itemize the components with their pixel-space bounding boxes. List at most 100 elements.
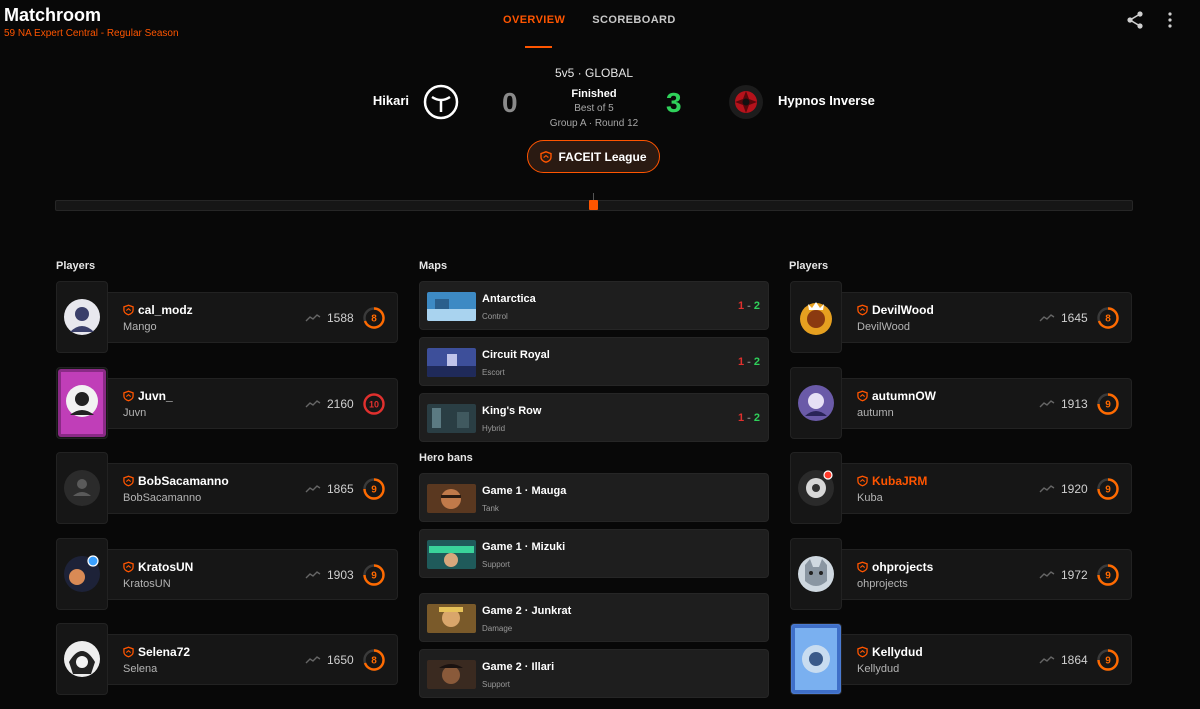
default-avatar-icon — [64, 470, 100, 506]
trend-icon — [305, 571, 321, 579]
player-row[interactable]: KratosUN KratosUN 1903 9 — [56, 538, 398, 610]
player-card[interactable]: KubaJRM Kuba 1920 9 — [842, 463, 1132, 514]
player-row[interactable]: DevilWood DevilWood 1645 8 — [790, 281, 1132, 353]
player-realname: DevilWood — [857, 321, 910, 333]
map-type: Control — [482, 312, 508, 321]
player-card[interactable]: DevilWood DevilWood 1645 8 — [842, 292, 1132, 343]
player-card[interactable]: Selena72 Selena 1650 8 — [108, 634, 398, 685]
avatar-image — [800, 302, 832, 335]
player-avatar[interactable] — [790, 452, 842, 524]
hero-role: Tank — [482, 504, 499, 513]
hikari-logo[interactable] — [423, 84, 459, 120]
player-avatar[interactable] — [56, 281, 108, 353]
timeline-tick — [593, 193, 594, 200]
league-button[interactable]: FACEIT League — [527, 140, 660, 173]
player-realname: Juvn — [123, 407, 147, 419]
player-nickname[interactable]: Juvn_ — [138, 389, 173, 403]
player-realname: Kellydud — [857, 663, 900, 675]
active-tab-indicator — [525, 46, 552, 48]
player-card[interactable]: Juvn_ Juvn 2160 10 — [108, 378, 398, 429]
player-row[interactable]: Selena72 Selena 1650 8 — [56, 623, 398, 695]
team2-score: 3 — [666, 87, 682, 118]
player-row[interactable]: cal_modz Mango 1588 8 — [56, 281, 398, 353]
player-avatar[interactable] — [790, 281, 842, 353]
player-nickname[interactable]: ohprojects — [872, 560, 933, 574]
player-card[interactable]: cal_modz Mango 1588 8 — [108, 292, 398, 343]
team2-name[interactable]: Hypnos Inverse — [778, 93, 875, 108]
timeline-marker[interactable] — [589, 200, 598, 210]
player-realname: Kuba — [857, 492, 883, 504]
player-avatar[interactable] — [56, 623, 108, 695]
hypnos-logo[interactable] — [728, 84, 764, 120]
player-card[interactable]: Kellydud Kellydud 1864 9 — [842, 634, 1132, 685]
player-row[interactable]: BobSacamanno BobSacamanno 1865 9 — [56, 452, 398, 524]
player-nickname[interactable]: DevilWood — [872, 303, 934, 317]
trend-icon — [305, 314, 321, 322]
avatar-image — [798, 470, 834, 506]
player-card[interactable]: autumnOW autumn 1913 9 — [842, 378, 1132, 429]
avatar-image — [58, 369, 106, 437]
map-type: Hybrid — [482, 424, 506, 433]
player-card[interactable]: BobSacamanno BobSacamanno 1865 9 — [108, 463, 398, 514]
team1-score: 0 — [502, 87, 518, 118]
maps-heading: Maps — [419, 260, 448, 272]
player-nickname[interactable]: KubaJRM — [872, 474, 927, 488]
player-row[interactable]: Juvn_ Juvn 2160 10 — [56, 367, 398, 439]
player-nickname[interactable]: Selena72 — [138, 645, 190, 659]
hero-ban-item: Game 2 · Junkrat Damage — [419, 593, 769, 642]
map-type: Escort — [482, 368, 505, 377]
more-vertical-icon[interactable] — [1160, 10, 1180, 30]
level-number: 9 — [1105, 400, 1111, 411]
player-nickname[interactable]: Kellydud — [872, 645, 923, 659]
player-row[interactable]: KubaJRM Kuba 1920 9 — [790, 452, 1132, 524]
player-avatar[interactable] — [790, 538, 842, 610]
player-nickname[interactable]: BobSacamanno — [138, 474, 229, 488]
player-card[interactable]: ohprojects ohprojects 1972 9 — [842, 549, 1132, 600]
shield-icon — [857, 304, 868, 316]
competition-link[interactable]: 59 NA Expert Central - Regular Season — [4, 28, 179, 39]
player-row[interactable]: ohprojects ohprojects 1972 9 — [790, 538, 1132, 610]
player-row[interactable]: Kellydud Kellydud 1864 9 — [790, 623, 1132, 695]
player-avatar[interactable] — [56, 538, 108, 610]
tab-overview[interactable]: OVERVIEW — [503, 14, 565, 30]
player-avatar[interactable] — [56, 452, 108, 524]
hero-ban-label: Game 1 · Mauga — [482, 485, 567, 497]
level-number: 8 — [1105, 314, 1111, 325]
hero-ban-label: Game 2 · Junkrat — [482, 605, 572, 617]
shield-icon — [857, 475, 868, 487]
hero-role: Support — [482, 560, 511, 569]
hero-ban-item: Game 1 · Mizuki Support — [419, 529, 769, 578]
player-elo: 1920 — [1061, 482, 1088, 496]
player-elo: 1913 — [1061, 397, 1088, 411]
shield-icon — [857, 561, 868, 573]
shield-icon — [123, 390, 134, 402]
tab-scoreboard[interactable]: SCOREBOARD — [592, 14, 675, 30]
map-item[interactable]: Circuit Royal Escort 1 - 2 — [419, 337, 769, 386]
player-avatar[interactable] — [56, 367, 108, 439]
trend-icon — [1039, 656, 1055, 664]
level-number: 9 — [371, 485, 377, 496]
map-item[interactable]: Antarctica Control 1 - 2 — [419, 281, 769, 330]
player-nickname[interactable]: cal_modz — [138, 303, 193, 317]
map-item[interactable]: King's Row Hybrid 1 - 2 — [419, 393, 769, 442]
hero-role: Support — [482, 680, 511, 689]
trend-icon — [305, 485, 321, 493]
map-thumbnail — [427, 348, 476, 377]
player-card[interactable]: KratosUN KratosUN 1903 9 — [108, 549, 398, 600]
team1-name[interactable]: Hikari — [373, 93, 409, 108]
player-avatar[interactable] — [790, 623, 842, 695]
player-nickname[interactable]: KratosUN — [138, 560, 193, 574]
trend-icon — [305, 656, 321, 664]
level-badge: 9 — [1097, 649, 1119, 671]
player-elo: 1650 — [327, 653, 354, 667]
share-icon[interactable] — [1125, 10, 1145, 30]
hero-bans-heading: Hero bans — [419, 452, 473, 464]
player-avatar[interactable] — [790, 367, 842, 439]
player-nickname[interactable]: autumnOW — [872, 389, 936, 403]
player-realname: Mango — [123, 321, 157, 333]
player-elo: 1588 — [327, 311, 354, 325]
level-badge: 8 — [363, 307, 385, 329]
player-row[interactable]: autumnOW autumn 1913 9 — [790, 367, 1132, 439]
shield-icon — [123, 646, 134, 658]
map-name: Antarctica — [482, 293, 536, 305]
